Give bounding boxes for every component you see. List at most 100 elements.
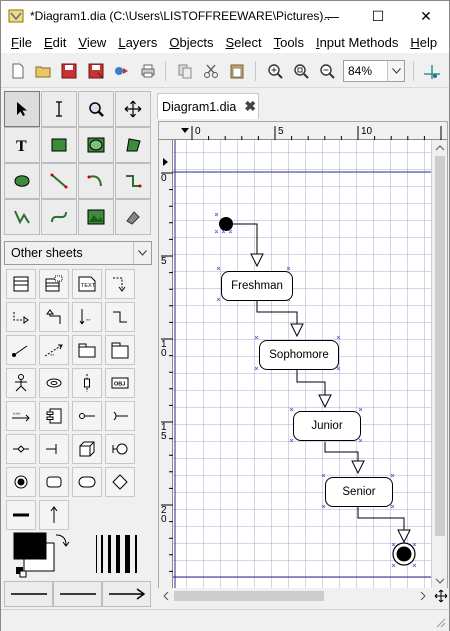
bezier-line-tool[interactable] xyxy=(41,199,77,235)
menu-tools[interactable]: Tools xyxy=(268,35,310,50)
menu-file[interactable]: File xyxy=(5,35,38,50)
menu-layers[interactable]: Layers xyxy=(112,35,163,50)
uml-large-package-shape[interactable] xyxy=(105,335,135,365)
zoom-in-icon[interactable] xyxy=(264,60,286,82)
svg-text:T: T xyxy=(16,138,27,154)
text-edit-tool[interactable] xyxy=(41,91,77,127)
polygon-tool[interactable] xyxy=(115,127,151,163)
snap-to-grid-icon[interactable] xyxy=(421,60,443,82)
uml-dependency-shape[interactable] xyxy=(105,269,135,299)
uml-sync-bar-shape[interactable] xyxy=(6,500,36,530)
save-as-icon[interactable] xyxy=(85,60,107,82)
uml-note-shape[interactable]: TEXT xyxy=(72,269,102,299)
menu-edit[interactable]: Edit xyxy=(38,35,72,50)
vertical-scrollbar[interactable] xyxy=(431,140,447,588)
uml-classicon-shape[interactable] xyxy=(105,434,135,464)
close-tab-icon[interactable]: ✖ xyxy=(244,98,256,115)
uml-association-shape[interactable]: «» xyxy=(72,302,102,332)
horizontal-scrollbar[interactable] xyxy=(158,588,448,604)
zigzag-line-tool[interactable] xyxy=(115,163,151,199)
uml-usecase-shape[interactable] xyxy=(39,368,69,398)
sheet-selector[interactable]: Other sheets xyxy=(4,241,152,265)
menu-objects[interactable]: Objects xyxy=(163,35,219,50)
state-junior[interactable]: Junior xyxy=(293,411,361,441)
uml-decision-shape[interactable] xyxy=(105,467,135,497)
uml-fork-shape[interactable] xyxy=(39,434,69,464)
copy-icon[interactable] xyxy=(174,60,196,82)
zoom-fit-icon[interactable] xyxy=(290,60,312,82)
chevron-down-icon[interactable] xyxy=(387,61,404,81)
uml-message-shape[interactable]: «» xyxy=(39,335,69,365)
uml-lifeline-shape[interactable] xyxy=(72,368,102,398)
uml-generalization-shape[interactable] xyxy=(39,302,69,332)
uml-branch-shape[interactable] xyxy=(6,434,36,464)
classicon-icon xyxy=(112,443,128,455)
uml-realizes-shape[interactable] xyxy=(6,302,36,332)
uml-state-term-shape[interactable] xyxy=(6,467,36,497)
state-label: Senior xyxy=(342,486,376,498)
diagram-canvas[interactable]: Freshman Sophomore Junior Senior xyxy=(173,140,431,588)
state-freshman[interactable]: Freshman xyxy=(221,271,293,301)
beziergon-tool[interactable] xyxy=(4,163,40,199)
maximize-button[interactable]: ☐ xyxy=(355,1,401,31)
uml-object-shape[interactable]: OBJ xyxy=(105,368,135,398)
polyline-tool[interactable] xyxy=(4,199,40,235)
toolbar-separator xyxy=(255,61,256,81)
uml-constraint-shape[interactable] xyxy=(6,335,36,365)
text-tool[interactable]: T xyxy=(4,127,40,163)
line-tool[interactable] xyxy=(41,163,77,199)
end-arrow-button[interactable] xyxy=(102,581,151,607)
uml-implements-shape[interactable] xyxy=(105,302,135,332)
image-tool[interactable] xyxy=(78,199,114,235)
export-icon[interactable] xyxy=(111,60,133,82)
close-button[interactable]: ✕ xyxy=(403,1,449,31)
uml-class-shape[interactable] xyxy=(6,269,36,299)
pointer-tool[interactable] xyxy=(4,91,40,127)
uml-stereotype-arrow-shape[interactable]: «»» xyxy=(6,401,36,431)
zoom-out-icon[interactable] xyxy=(316,60,338,82)
tab-diagram1[interactable]: Diagram1.dia ✖ xyxy=(157,93,259,119)
line-style-button[interactable] xyxy=(53,581,102,607)
start-arrow-button[interactable] xyxy=(4,581,53,607)
uml-activity-shape[interactable] xyxy=(72,467,102,497)
uml-component-shape[interactable] xyxy=(39,401,69,431)
outline-tool[interactable] xyxy=(115,199,151,235)
menu-help[interactable]: Help xyxy=(404,35,443,50)
zoom-select[interactable]: 84% xyxy=(343,60,405,82)
uml-state-shape[interactable] xyxy=(39,467,69,497)
new-icon[interactable] xyxy=(7,60,29,82)
uml-required-interface-shape[interactable] xyxy=(105,401,135,431)
chevron-down-icon[interactable] xyxy=(133,242,151,264)
menu-select[interactable]: Select xyxy=(219,35,267,50)
text-icon: T xyxy=(16,138,27,154)
open-icon[interactable] xyxy=(32,60,54,82)
uml-transition-shape[interactable] xyxy=(39,500,69,530)
menu-input-methods[interactable]: Input Methods xyxy=(310,35,404,50)
uml-small-package-shape[interactable] xyxy=(72,335,102,365)
box-tool[interactable] xyxy=(41,127,77,163)
sheet-selector-label: Other sheets xyxy=(11,246,83,260)
print-icon[interactable] xyxy=(137,60,159,82)
state-senior[interactable]: Senior xyxy=(325,477,393,507)
vertical-scroll-thumb[interactable] xyxy=(435,156,445,536)
horizontal-scroll-thumb[interactable] xyxy=(174,591,324,601)
menu-view[interactable]: View xyxy=(72,35,112,50)
ellipse-tool[interactable] xyxy=(78,127,114,163)
minimize-button[interactable]: — xyxy=(309,1,355,31)
arc-tool[interactable] xyxy=(78,163,114,199)
actor-icon xyxy=(15,374,27,392)
paste-icon[interactable] xyxy=(226,60,248,82)
scroll-tool[interactable] xyxy=(115,91,151,127)
object-icon: OBJ xyxy=(111,377,129,389)
uml-interface-shape[interactable] xyxy=(72,401,102,431)
box-icon xyxy=(51,138,67,152)
magnify-tool[interactable] xyxy=(78,91,114,127)
state-sophomore[interactable]: Sophomore xyxy=(259,340,339,370)
uml-node-shape[interactable] xyxy=(72,434,102,464)
svg-text:«»»: «»» xyxy=(13,411,21,416)
message-icon: «» xyxy=(44,344,63,357)
uml-class-template-shape[interactable] xyxy=(39,269,69,299)
uml-actor-shape[interactable] xyxy=(6,368,36,398)
cut-icon[interactable] xyxy=(200,60,222,82)
save-icon[interactable] xyxy=(58,60,80,82)
